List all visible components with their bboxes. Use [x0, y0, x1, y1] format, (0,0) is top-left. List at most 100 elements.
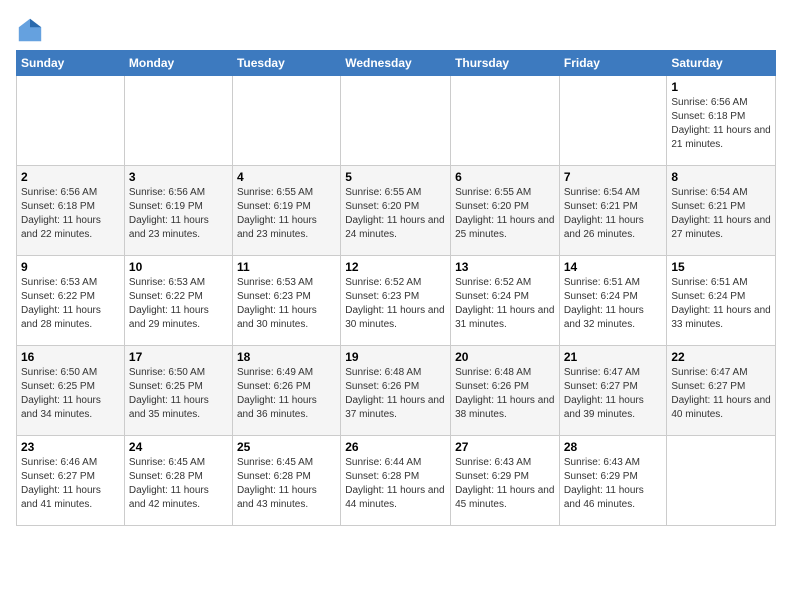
weekday-header-row: SundayMondayTuesdayWednesdayThursdayFrid… [17, 51, 776, 76]
calendar-week-row: 23 Sunrise: 6:46 AM Sunset: 6:27 PM Dayli… [17, 436, 776, 526]
day-number: 12 [345, 260, 446, 274]
day-info: Sunrise: 6:53 AM Sunset: 6:22 PM Dayligh… [21, 276, 120, 332]
day-number: 1 [671, 80, 771, 94]
day-number: 9 [21, 260, 120, 274]
day-number: 27 [455, 440, 555, 454]
calendar-cell: 17 Sunrise: 6:50 AM Sunset: 6:25 PM Dayli… [124, 346, 232, 436]
calendar-week-row: 16 Sunrise: 6:50 AM Sunset: 6:25 PM Dayli… [17, 346, 776, 436]
day-info: Sunrise: 6:55 AM Sunset: 6:20 PM Dayligh… [455, 186, 555, 242]
header [16, 16, 776, 44]
day-number: 23 [21, 440, 120, 454]
calendar-cell: 19 Sunrise: 6:48 AM Sunset: 6:26 PM Dayli… [341, 346, 451, 436]
day-number: 8 [671, 170, 771, 184]
calendar-cell [17, 76, 125, 166]
day-number: 4 [237, 170, 336, 184]
calendar-cell: 23 Sunrise: 6:46 AM Sunset: 6:27 PM Dayli… [17, 436, 125, 526]
day-info: Sunrise: 6:55 AM Sunset: 6:19 PM Dayligh… [237, 186, 336, 242]
calendar-cell: 2 Sunrise: 6:56 AM Sunset: 6:18 PM Daylig… [17, 166, 125, 256]
calendar-body: 1 Sunrise: 6:56 AM Sunset: 6:18 PM Daylig… [17, 76, 776, 526]
calendar-cell: 24 Sunrise: 6:45 AM Sunset: 6:28 PM Dayli… [124, 436, 232, 526]
day-number: 28 [564, 440, 663, 454]
calendar-cell: 5 Sunrise: 6:55 AM Sunset: 6:20 PM Daylig… [341, 166, 451, 256]
day-info: Sunrise: 6:54 AM Sunset: 6:21 PM Dayligh… [564, 186, 663, 242]
day-number: 15 [671, 260, 771, 274]
day-number: 26 [345, 440, 446, 454]
weekday-header-sunday: Sunday [17, 51, 125, 76]
calendar-cell: 9 Sunrise: 6:53 AM Sunset: 6:22 PM Daylig… [17, 256, 125, 346]
calendar-cell [232, 76, 340, 166]
day-number: 18 [237, 350, 336, 364]
day-info: Sunrise: 6:51 AM Sunset: 6:24 PM Dayligh… [564, 276, 663, 332]
calendar-cell [451, 76, 560, 166]
day-info: Sunrise: 6:56 AM Sunset: 6:19 PM Dayligh… [129, 186, 228, 242]
day-info: Sunrise: 6:53 AM Sunset: 6:23 PM Dayligh… [237, 276, 336, 332]
day-number: 22 [671, 350, 771, 364]
weekday-header-thursday: Thursday [451, 51, 560, 76]
calendar-cell: 3 Sunrise: 6:56 AM Sunset: 6:19 PM Daylig… [124, 166, 232, 256]
weekday-header-wednesday: Wednesday [341, 51, 451, 76]
calendar-cell: 8 Sunrise: 6:54 AM Sunset: 6:21 PM Daylig… [667, 166, 776, 256]
calendar-cell: 7 Sunrise: 6:54 AM Sunset: 6:21 PM Daylig… [559, 166, 667, 256]
calendar-cell [667, 436, 776, 526]
calendar-cell: 26Sunrise: 6:44 AM Sunset: 6:28 PM Dayli… [341, 436, 451, 526]
day-info: Sunrise: 6:48 AM Sunset: 6:26 PM Dayligh… [345, 366, 446, 422]
day-number: 6 [455, 170, 555, 184]
day-info: Sunrise: 6:43 AM Sunset: 6:29 PM Dayligh… [455, 456, 555, 512]
day-number: 14 [564, 260, 663, 274]
calendar-cell: 16 Sunrise: 6:50 AM Sunset: 6:25 PM Dayli… [17, 346, 125, 436]
weekday-header-monday: Monday [124, 51, 232, 76]
calendar-cell: 1 Sunrise: 6:56 AM Sunset: 6:18 PM Daylig… [667, 76, 776, 166]
day-info: Sunrise: 6:45 AM Sunset: 6:28 PM Dayligh… [129, 456, 228, 512]
calendar-table: SundayMondayTuesdayWednesdayThursdayFrid… [16, 50, 776, 526]
day-info: Sunrise: 6:50 AM Sunset: 6:25 PM Dayligh… [129, 366, 228, 422]
day-number: 25 [237, 440, 336, 454]
day-info: Sunrise: 6:45 AM Sunset: 6:28 PM Dayligh… [237, 456, 336, 512]
calendar-cell: 15 Sunrise: 6:51 AM Sunset: 6:24 PM Dayli… [667, 256, 776, 346]
calendar-cell: 13 Sunrise: 6:52 AM Sunset: 6:24 PM Dayli… [451, 256, 560, 346]
calendar-cell: 22 Sunrise: 6:47 AM Sunset: 6:27 PM Dayli… [667, 346, 776, 436]
calendar-cell: 12Sunrise: 6:52 AM Sunset: 6:23 PM Dayli… [341, 256, 451, 346]
day-number: 19 [345, 350, 446, 364]
day-number: 10 [129, 260, 228, 274]
day-info: Sunrise: 6:55 AM Sunset: 6:20 PM Dayligh… [345, 186, 446, 242]
calendar-cell: 14 Sunrise: 6:51 AM Sunset: 6:24 PM Dayli… [559, 256, 667, 346]
calendar-week-row: 2 Sunrise: 6:56 AM Sunset: 6:18 PM Daylig… [17, 166, 776, 256]
calendar-header: SundayMondayTuesdayWednesdayThursdayFrid… [17, 51, 776, 76]
day-number: 5 [345, 170, 446, 184]
day-number: 21 [564, 350, 663, 364]
weekday-header-saturday: Saturday [667, 51, 776, 76]
day-info: Sunrise: 6:54 AM Sunset: 6:21 PM Dayligh… [671, 186, 771, 242]
day-number: 16 [21, 350, 120, 364]
day-info: Sunrise: 6:51 AM Sunset: 6:24 PM Dayligh… [671, 276, 771, 332]
weekday-header-tuesday: Tuesday [232, 51, 340, 76]
calendar-week-row: 9 Sunrise: 6:53 AM Sunset: 6:22 PM Daylig… [17, 256, 776, 346]
calendar-cell: 4 Sunrise: 6:55 AM Sunset: 6:19 PM Daylig… [232, 166, 340, 256]
day-info: Sunrise: 6:47 AM Sunset: 6:27 PM Dayligh… [671, 366, 771, 422]
day-number: 17 [129, 350, 228, 364]
logo [16, 16, 48, 44]
day-number: 3 [129, 170, 228, 184]
day-info: Sunrise: 6:46 AM Sunset: 6:27 PM Dayligh… [21, 456, 120, 512]
calendar-cell: 27 Sunrise: 6:43 AM Sunset: 6:29 PM Dayli… [451, 436, 560, 526]
calendar-cell: 25 Sunrise: 6:45 AM Sunset: 6:28 PM Dayli… [232, 436, 340, 526]
calendar-cell: 20Sunrise: 6:48 AM Sunset: 6:26 PM Dayli… [451, 346, 560, 436]
day-number: 7 [564, 170, 663, 184]
calendar-cell: 11 Sunrise: 6:53 AM Sunset: 6:23 PM Dayli… [232, 256, 340, 346]
calendar-cell: 21Sunrise: 6:47 AM Sunset: 6:27 PM Dayli… [559, 346, 667, 436]
day-number: 20 [455, 350, 555, 364]
day-info: Sunrise: 6:52 AM Sunset: 6:24 PM Dayligh… [455, 276, 555, 332]
day-number: 24 [129, 440, 228, 454]
calendar-cell: 10Sunrise: 6:53 AM Sunset: 6:22 PM Dayli… [124, 256, 232, 346]
day-number: 13 [455, 260, 555, 274]
day-info: Sunrise: 6:50 AM Sunset: 6:25 PM Dayligh… [21, 366, 120, 422]
day-info: Sunrise: 6:56 AM Sunset: 6:18 PM Dayligh… [671, 96, 771, 152]
day-number: 2 [21, 170, 120, 184]
day-number: 11 [237, 260, 336, 274]
day-info: Sunrise: 6:49 AM Sunset: 6:26 PM Dayligh… [237, 366, 336, 422]
calendar-cell [559, 76, 667, 166]
weekday-header-friday: Friday [559, 51, 667, 76]
day-info: Sunrise: 6:56 AM Sunset: 6:18 PM Dayligh… [21, 186, 120, 242]
day-info: Sunrise: 6:43 AM Sunset: 6:29 PM Dayligh… [564, 456, 663, 512]
logo-icon [16, 16, 44, 44]
calendar-week-row: 1 Sunrise: 6:56 AM Sunset: 6:18 PM Daylig… [17, 76, 776, 166]
